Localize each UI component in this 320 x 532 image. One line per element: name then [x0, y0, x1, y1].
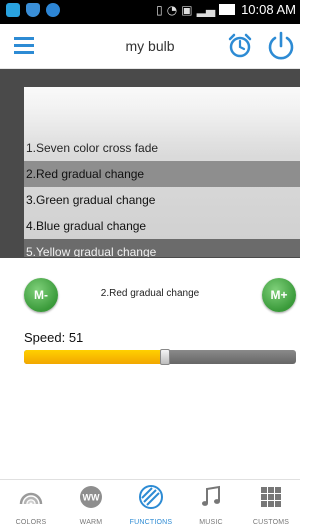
- clock-time: 10:08 AM: [241, 2, 296, 17]
- signal-icon: ▂▄: [196, 2, 216, 17]
- nav-functions[interactable]: FUNCTIONS: [122, 484, 180, 526]
- battery-icon: [219, 4, 236, 15]
- shield-notification-icon: [26, 3, 40, 17]
- nav-warm[interactable]: WW WARM: [62, 484, 120, 526]
- bottom-navigation: COLORS WW WARM FUNCTIONS MUSIC CUSTOMS: [0, 479, 300, 532]
- nav-label: COLORS: [15, 519, 47, 526]
- nav-label: WARM: [79, 519, 103, 526]
- mode-picker[interactable]: 1.Seven color cross fade 2.Red gradual c…: [24, 87, 300, 257]
- list-item[interactable]: 3.Green gradual change: [24, 187, 300, 213]
- music-note-icon: [202, 485, 220, 506]
- title-bar: my bulb: [0, 24, 300, 69]
- rainbow-icon: [19, 492, 43, 505]
- speed-slider[interactable]: [24, 349, 296, 365]
- image-notification-icon: [6, 3, 20, 17]
- nav-label: MUSIC: [199, 519, 223, 526]
- list-item[interactable]: 4.Blue gradual change: [24, 213, 300, 239]
- grid-icon: [261, 487, 281, 507]
- nav-music[interactable]: MUSIC: [182, 484, 240, 526]
- wifi-icon: ◔: [166, 2, 178, 17]
- system-icons: ▯ ◔ ▣ ▂▄ 10:08 AM: [156, 2, 296, 17]
- alarm-clock-icon[interactable]: [226, 32, 254, 60]
- notification-icons: [6, 3, 60, 17]
- page-title: my bulb: [125, 38, 175, 54]
- slider-fill: [24, 350, 165, 364]
- power-icon[interactable]: [266, 30, 296, 62]
- ww-icon: WW: [80, 486, 102, 508]
- next-mode-button[interactable]: M+: [262, 278, 296, 312]
- status-bar: ▯ ◔ ▣ ▂▄ 10:08 AM: [0, 0, 300, 24]
- nav-label: FUNCTIONS: [129, 519, 173, 526]
- svg-text:WW: WW: [83, 493, 100, 503]
- picker-top-shade: [24, 87, 300, 157]
- functions-icon: [139, 485, 163, 509]
- sim-icon: ▣: [181, 2, 193, 17]
- speed-label: Speed: 51: [24, 330, 84, 345]
- list-item[interactable]: 5.Yellow gradual change: [24, 239, 300, 257]
- chat-notification-icon: [46, 3, 60, 17]
- previous-mode-button[interactable]: M-: [24, 278, 58, 312]
- list-item-selected[interactable]: 2.Red gradual change: [24, 161, 300, 187]
- nav-label: CUSTOMS: [252, 519, 290, 526]
- nav-colors[interactable]: COLORS: [2, 484, 60, 526]
- mode-control-row: M- 2.Red gradual change M+: [0, 270, 300, 320]
- slider-thumb[interactable]: [160, 349, 170, 365]
- current-mode-label: 2.Red gradual change: [100, 288, 200, 299]
- nav-customs[interactable]: CUSTOMS: [242, 484, 300, 526]
- vibrate-icon: ▯: [156, 2, 163, 17]
